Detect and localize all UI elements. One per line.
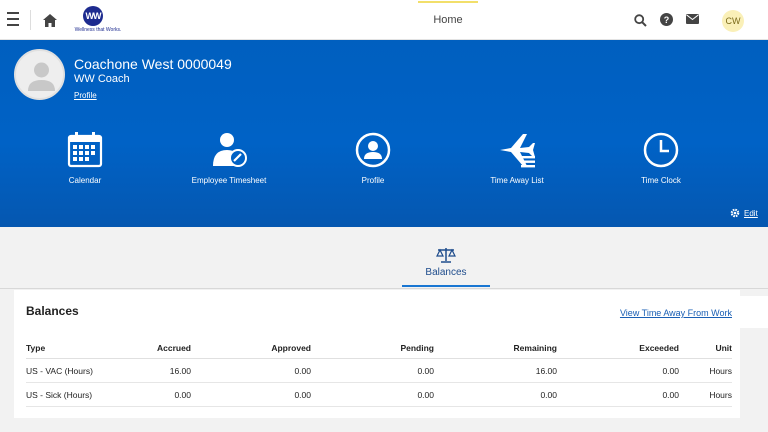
tab-bar: Balances [0,227,768,289]
calendar-icon [67,132,103,168]
tab-balances[interactable]: Balances [402,245,490,287]
company-logo[interactable]: WW Wellness that Works. [68,6,128,36]
view-time-away-link[interactable]: View Time Away From Work [620,308,732,318]
profile-icon [355,132,391,168]
column-header: Exceeded [557,338,679,359]
column-header: Remaining [434,338,557,359]
cell-pending: 0.00 [311,358,434,383]
logo-tagline: Wellness that Works. [74,27,122,33]
cell-type: US - VAC (Hours) [26,358,136,383]
balances-table: Type Accrued Approved Pending Remaining … [26,338,732,407]
cell-exceeded: 0.00 [557,382,679,407]
employee-timesheet-icon [213,133,247,167]
tab-home[interactable]: Home [418,0,478,40]
table-row[interactable]: US - VAC (Hours) 16.00 0.00 0.00 16.00 0… [26,358,732,383]
top-bar: WW Wellness that Works. Home ? CW [0,0,768,40]
help-icon[interactable]: ? [660,13,673,26]
search-icon[interactable] [632,12,648,28]
cell-exceeded: 0.00 [557,358,679,383]
profile-name: Coachone West 0000049 [74,56,232,72]
edit-button[interactable]: Edit [730,208,758,218]
tile-label: Time Clock [641,176,681,185]
person-icon [28,62,55,91]
cell-accrued: 0.00 [136,382,191,407]
column-header: Accrued [136,338,191,359]
profile-role: WW Coach [74,73,130,85]
cell-pending: 0.00 [311,382,434,407]
profile-banner: Coachone West 0000049 WW Coach Profile C… [0,40,768,227]
mail-icon[interactable] [686,14,699,24]
cell-remaining: 16.00 [434,358,557,383]
cell-approved: 0.00 [191,382,311,407]
tile-label: Profile [361,176,385,185]
column-header: Pending [311,338,434,359]
avatar [14,49,65,100]
divider [30,10,31,30]
column-header: Type [26,338,136,359]
tile-label: Employee Timesheet [191,176,267,185]
tile-profile[interactable]: Profile [323,130,423,200]
edit-label: Edit [744,208,758,218]
profile-link[interactable]: Profile [74,91,97,100]
tile-calendar[interactable]: Calendar [35,130,135,200]
user-avatar[interactable]: CW [722,10,744,32]
cell-approved: 0.00 [191,358,311,383]
menu-icon[interactable] [6,12,20,26]
gear-icon [730,208,740,218]
tile-time-away-list[interactable]: Time Away List [467,130,567,200]
tile-label: Calendar [68,176,102,185]
column-header: Approved [191,338,311,359]
cell-unit: Hours [679,382,732,407]
panel-title: Balances [26,304,79,318]
logo-mark: WW [83,6,103,26]
cell-accrued: 16.00 [136,358,191,383]
balances-panel: Balances View Time Away From Work Type A… [14,290,740,418]
home-icon[interactable] [42,12,58,28]
clock-icon [643,132,679,168]
tile-employee-timesheet[interactable]: Employee Timesheet [179,130,279,200]
cell-remaining: 0.00 [434,382,557,407]
tile-time-clock[interactable]: Time Clock [611,130,711,200]
tile-label: Time Away List [490,176,544,185]
table-header-row: Type Accrued Approved Pending Remaining … [26,338,732,359]
cell-unit: Hours [679,358,732,383]
column-header: Unit [679,338,732,359]
table-row[interactable]: US - Sick (Hours) 0.00 0.00 0.00 0.00 0.… [26,382,732,407]
time-away-list-icon [500,134,535,168]
scale-icon [436,248,456,263]
tab-label: Balances [425,267,467,278]
cell-type: US - Sick (Hours) [26,382,136,407]
side-panel [740,296,768,328]
